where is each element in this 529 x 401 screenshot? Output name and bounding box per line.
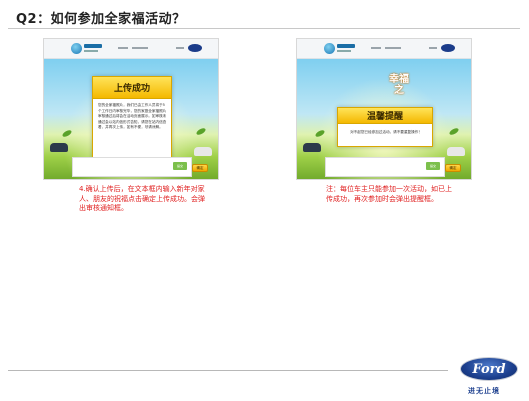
bottom-divider (8, 370, 448, 371)
blessing-input-strip[interactable]: 提交 (325, 157, 445, 177)
car-icon (447, 147, 465, 156)
ford-logo-icon (188, 44, 202, 52)
screenshot-warm-reminder: 幸福 之 温馨提醒 对不起您已经参加过活动，请不要重复操作！ 提交 确定 (296, 38, 472, 180)
submit-button[interactable]: 提交 (173, 162, 187, 170)
site-logo-icon (324, 43, 335, 54)
site-logo-subtext (337, 50, 351, 52)
car-icon (50, 143, 68, 152)
site-logo-text (84, 44, 102, 48)
submit-button[interactable]: 提交 (426, 162, 440, 170)
banner-line2: 之 (394, 85, 404, 96)
dialog-title: 温馨提醒 (338, 108, 432, 124)
warm-reminder-dialog: 温馨提醒 对不起您已经参加过活动，请不要重复操作！ (337, 107, 433, 147)
site-logo-text (337, 44, 355, 48)
car-icon (194, 147, 212, 156)
confirm-button[interactable]: 确定 (445, 164, 461, 172)
site-logo-icon (71, 43, 82, 54)
nav-text (429, 47, 437, 49)
site-header (297, 39, 471, 59)
happiness-banner: 幸福 之 (379, 67, 419, 103)
dialog-message: 对不起您已经参加过活动，请不要重复操作！ (350, 130, 422, 134)
ford-logo: Ford (460, 357, 518, 381)
nav-link[interactable] (371, 47, 381, 49)
nav-link[interactable] (118, 47, 128, 49)
dialog-message: 您的全家福照片，我们已由工作人员将于5个工作日内审核完毕，您的家庭全家福照片审核… (98, 103, 167, 130)
ford-logo-text: Ford (472, 361, 506, 377)
nav-text (176, 47, 184, 49)
car-icon (303, 143, 321, 152)
confirm-button[interactable]: 确定 (192, 164, 208, 172)
upload-success-dialog: 上传成功 您的全家福照片，我们已由工作人员将于5个工作日内审核完毕，您的家庭全家… (92, 76, 172, 164)
nav-link[interactable] (385, 47, 401, 49)
dialog-title: 上传成功 (93, 77, 171, 99)
blessing-input-strip[interactable]: 提交 (72, 157, 192, 177)
banner-line1: 幸福 (389, 74, 409, 85)
brand-tagline: 进无止境 (468, 387, 500, 395)
upload-caption: 4.确认上传后，在文本框内输入新年对家人、朋友的祝福点击确定上传成功。会弹出审核… (79, 185, 205, 212)
page-title: Q2：如何参加全家福活动？ (16, 12, 186, 27)
site-header (44, 39, 218, 59)
nav-link[interactable] (132, 47, 148, 49)
note-caption: 注：每位车主只能参加一次活动，如已上传成功，再次参加时会弹出提醒框。 (326, 185, 452, 203)
top-divider (8, 28, 520, 29)
screenshot-upload-success: 上传成功 您的全家福照片，我们已由工作人员将于5个工作日内审核完毕，您的家庭全家… (43, 38, 219, 180)
ford-logo-icon (441, 44, 455, 52)
site-logo-subtext (84, 50, 98, 52)
